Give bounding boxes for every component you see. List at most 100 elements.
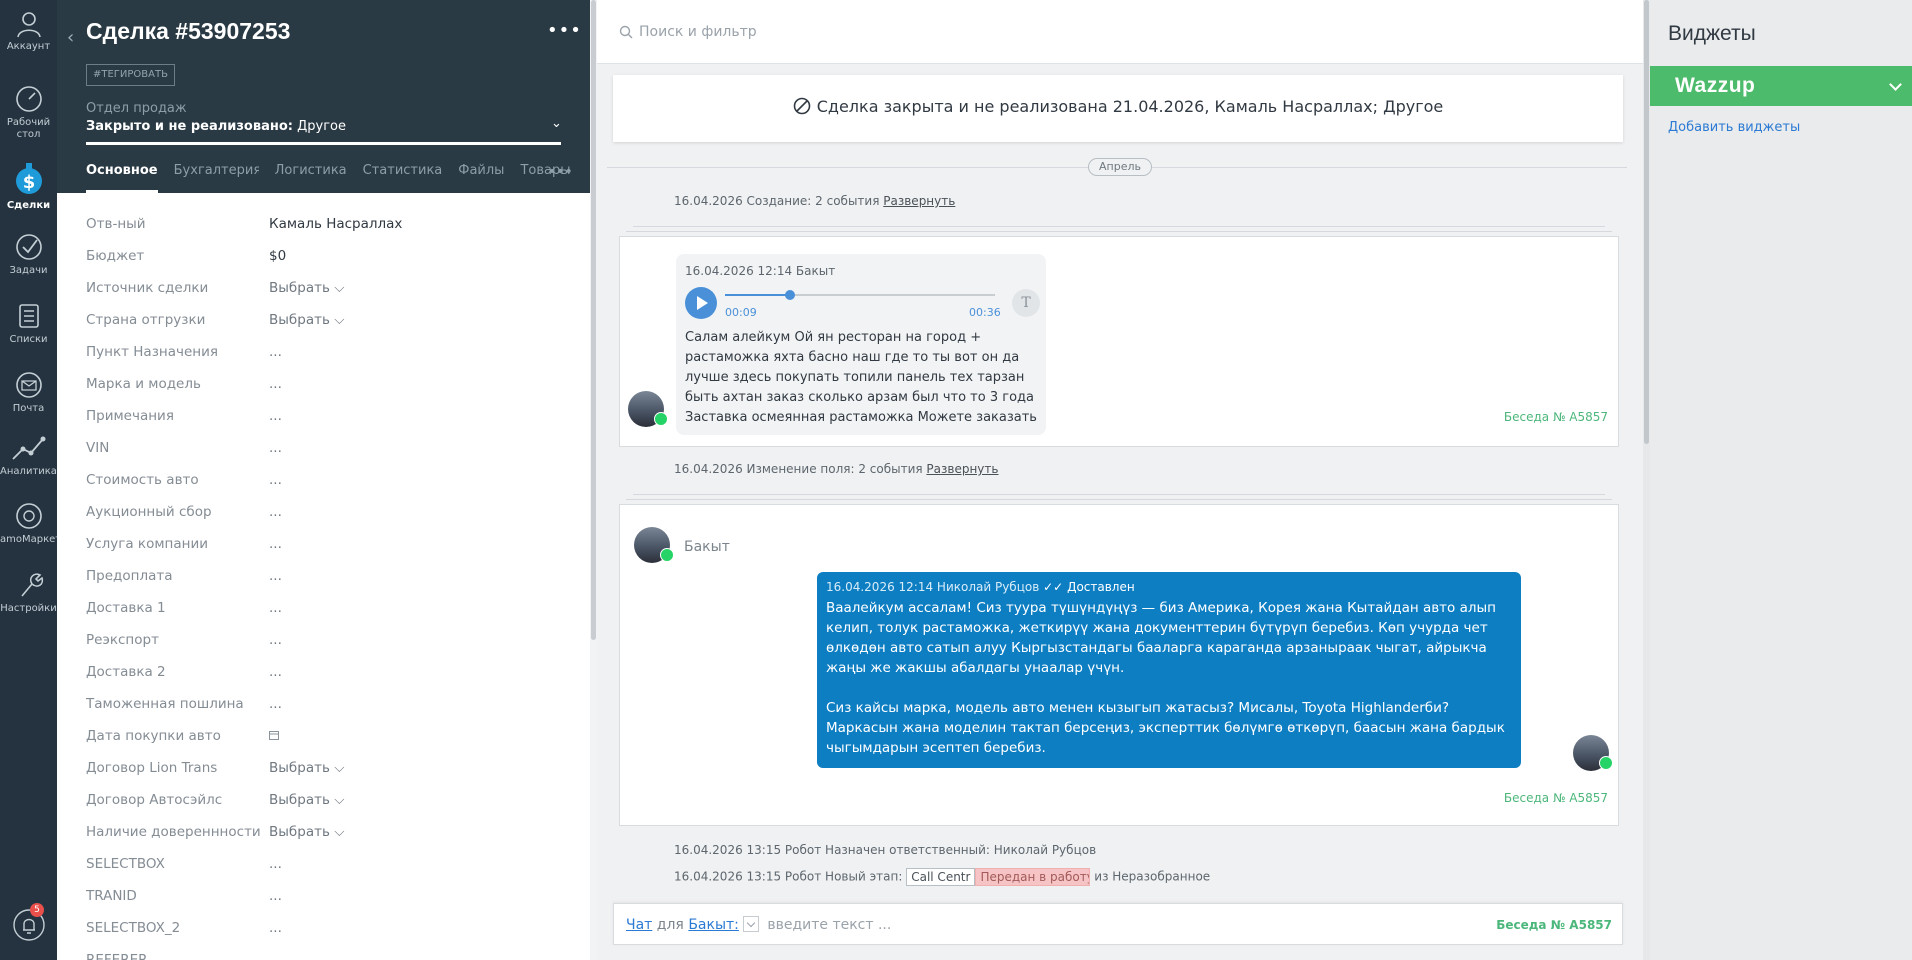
stack-edge — [633, 226, 1605, 227]
field-value[interactable]: ... — [269, 344, 282, 360]
whatsapp-icon — [654, 412, 668, 426]
field-delivery-2: Доставка 2... — [86, 664, 566, 684]
feed-search-bar[interactable]: Поиск и фильтр — [597, 0, 1643, 64]
notification-count-badge: 5 — [30, 903, 44, 917]
conversation-number[interactable]: Беседа № A5857 — [1504, 410, 1608, 424]
field-value[interactable]: ... — [269, 440, 282, 456]
composer-input[interactable]: введите текст ... — [767, 917, 891, 933]
nav-item-settings[interactable]: Настройки — [0, 570, 57, 615]
pipeline-status-select[interactable]: Закрыто и не реализовано: Другое — [86, 119, 346, 134]
chevron-down-icon[interactable] — [742, 916, 759, 932]
scrollbar-thumb[interactable] — [591, 0, 596, 640]
field-value[interactable]: ... — [269, 664, 282, 680]
budget-value[interactable]: $0 — [269, 248, 286, 264]
nav-label: Почта — [12, 403, 45, 414]
message-status: Доставлен — [1067, 580, 1135, 594]
field-value[interactable]: ... — [269, 696, 282, 712]
nav-item-tasks[interactable]: Задачи — [0, 232, 57, 277]
message-paragraph: Ваалейкум ассалам! Сиз туура түшүндүңүз … — [826, 600, 1496, 676]
composer-mode-link[interactable]: Чат — [626, 917, 652, 933]
field-value[interactable]: Камаль Насраллах — [269, 216, 402, 232]
outgoing-message-bubble: 16.04.2026 12:14 Николай Рубцов ✓✓ Доста… — [817, 572, 1521, 768]
back-arrow-icon[interactable]: ‹ — [67, 27, 74, 48]
tab-logistics[interactable]: Логистика — [275, 163, 347, 193]
conversation-number[interactable]: Беседа № A5857 — [1496, 918, 1612, 932]
select-value[interactable]: Выбрать ⌵ — [269, 792, 344, 808]
add-widgets-link[interactable]: Добавить виджеты — [1668, 120, 1800, 135]
nav-item-analytics[interactable]: Аналитика — [0, 433, 57, 478]
field-value[interactable]: ... — [269, 600, 282, 616]
field-value[interactable]: ... — [269, 536, 282, 552]
select-value[interactable]: Выбрать ⌵ — [269, 824, 344, 840]
play-button[interactable] — [685, 287, 717, 319]
select-value[interactable]: Выбрать ⌵ — [269, 280, 344, 296]
tab-main[interactable]: Основное — [86, 163, 158, 193]
field-value[interactable]: ... — [269, 376, 282, 392]
field-tranid: TRANID... — [86, 888, 566, 908]
closed-banner-text: Сделка закрыта и не реализована 21.04.20… — [816, 97, 1444, 116]
tab-statistics[interactable]: Статистика — [363, 163, 443, 193]
notifications-button[interactable]: 5 — [0, 903, 57, 946]
field-label: Стоимость авто — [86, 472, 199, 488]
field-label: Страна отгрузки — [86, 312, 206, 328]
field-value[interactable]: ... — [269, 472, 282, 488]
select-value[interactable]: Выбрать ⌵ — [269, 312, 344, 328]
search-icon — [619, 25, 633, 39]
field-label: SELECTBOX_2 — [86, 920, 181, 936]
field-value[interactable]: ... — [269, 568, 282, 584]
expand-link[interactable]: Развернуть — [883, 194, 955, 208]
nav-item-account[interactable]: Аккаунт — [0, 8, 57, 53]
audio-progress-track[interactable] — [725, 290, 995, 300]
lead-panel-scrollbar[interactable] — [590, 0, 597, 960]
field-label: Услуга компании — [86, 536, 208, 552]
audio-progress-knob[interactable] — [784, 290, 795, 300]
nav-label: Сделки — [6, 200, 51, 211]
select-text: Выбрать — [269, 760, 330, 776]
search-input[interactable]: Поиск и фильтр — [639, 24, 757, 40]
nav-item-lists[interactable]: Списки — [0, 301, 57, 346]
message-composer[interactable]: Чат для Бакыт: введите текст ... Беседа … — [613, 903, 1623, 945]
tabs-more-icon[interactable]: ••• — [548, 164, 573, 180]
conversation-number[interactable]: Беседа № A5857 — [1504, 791, 1608, 805]
field-budget: Бюджет $0 — [86, 248, 566, 268]
lead-title[interactable]: Сделка #53907253 — [86, 18, 290, 45]
field-prepayment: Предоплата... — [86, 568, 566, 588]
field-make-model: Марка и модель... — [86, 376, 566, 396]
select-text: Выбрать — [269, 280, 330, 296]
nav-item-mail[interactable]: Почта — [0, 370, 57, 415]
lists-icon — [18, 304, 39, 328]
field-value[interactable]: ... — [269, 856, 282, 872]
chevron-down-icon[interactable] — [1889, 78, 1902, 91]
field-value[interactable]: ... — [269, 632, 282, 648]
deals-icon: $ — [15, 163, 42, 194]
select-value[interactable]: Выбрать ⌵ — [269, 760, 344, 776]
expand-link[interactable]: Развернуть — [926, 462, 998, 476]
nav-item-deals[interactable]: $ Сделки — [0, 163, 57, 212]
wazzup-widget[interactable]: Wazzup — [1650, 66, 1912, 106]
lead-fields-panel: Отв-ный Камаль Насраллах Бюджет $0 Источни… — [57, 193, 590, 960]
nav-item-market[interactable]: amoМаркет — [0, 501, 61, 546]
mail-icon — [15, 372, 42, 398]
tab-files[interactable]: Файлы — [458, 163, 504, 193]
note-text: 16.04.2026 13:15 Робот Новый этап: — [674, 869, 903, 884]
more-options-icon[interactable]: ••• — [547, 20, 582, 41]
field-label: Аукционный сбор — [86, 504, 212, 520]
nav-item-dashboard[interactable]: Рабочий стол — [0, 84, 57, 141]
calendar-icon[interactable] — [269, 728, 279, 744]
chevron-down-icon[interactable]: ⌄ — [551, 116, 562, 131]
field-value[interactable]: ... — [269, 920, 282, 936]
transcribe-button[interactable]: T — [1012, 289, 1040, 317]
field-autosales-contract: Договор Автосэйлс Выбрать ⌵ — [86, 792, 566, 812]
select-text: Выбрать — [269, 792, 330, 808]
composer-contact-link[interactable]: Бакыт: — [688, 917, 739, 933]
scrollbar-thumb[interactable] — [1644, 0, 1649, 444]
tag-button[interactable]: #ТЕГИРОВАТЬ — [86, 64, 175, 86]
blocked-icon — [793, 97, 811, 115]
field-vin: VIN... — [86, 440, 566, 460]
feed-scrollbar[interactable] — [1643, 0, 1650, 960]
field-value[interactable]: ... — [269, 408, 282, 424]
contact-name[interactable]: Бакыт — [684, 539, 730, 555]
field-value[interactable]: ... — [269, 504, 282, 520]
field-value[interactable]: ... — [269, 888, 282, 904]
tab-accounting[interactable]: Бухгалтерия — [174, 163, 259, 193]
